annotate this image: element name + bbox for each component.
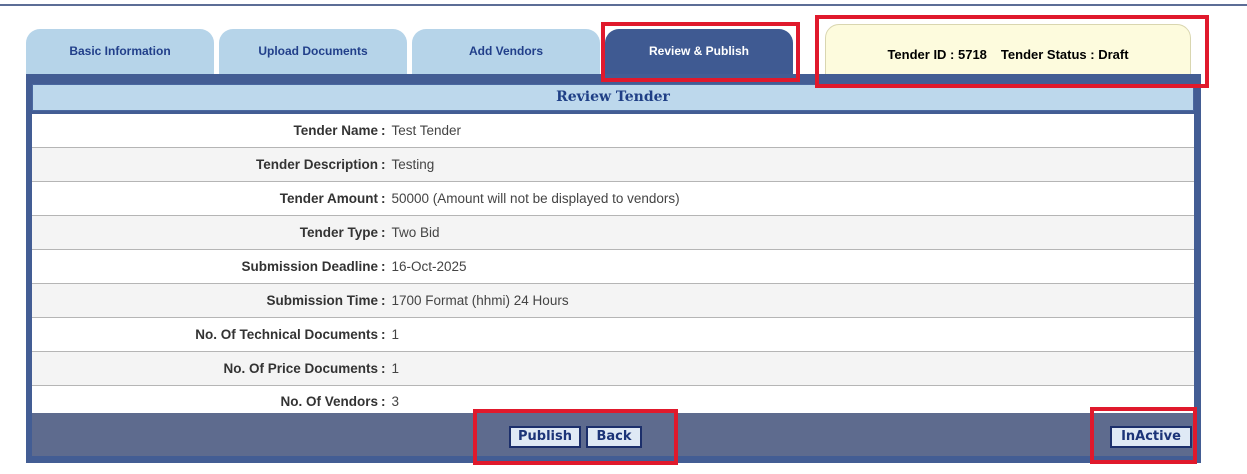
table-row: Submission Time:1700 Format (hhmi) 24 Ho… — [32, 284, 1194, 318]
field-label: Submission Time — [266, 293, 378, 308]
action-bar: Publish Back InActive — [32, 413, 1194, 456]
field-value: 1 — [391, 361, 400, 376]
review-table: Tender Name: Test Tender Tender Descripti… — [32, 114, 1194, 417]
tab-upload-documents[interactable]: Upload Documents — [219, 29, 407, 75]
table-row: No. Of Price Documents:1 — [32, 352, 1194, 386]
table-row: Submission Deadline:16-Oct-2025 — [32, 250, 1194, 284]
inactive-button[interactable]: InActive — [1110, 426, 1192, 448]
tender-id: Tender ID : 5718 — [887, 47, 987, 62]
field-label: Tender Description — [255, 157, 378, 172]
tender-status: Tender Status : Draft — [1000, 47, 1129, 62]
tab-add-vendors[interactable]: Add Vendors — [412, 29, 600, 75]
field-label: No. Of Vendors — [280, 394, 378, 409]
top-divider — [0, 4, 1247, 6]
field-label: No. Of Technical Documents — [195, 327, 378, 342]
field-label: Tender Name — [293, 123, 378, 138]
tender-status-tab: Tender ID : 5718 Tender Status : Draft — [825, 24, 1191, 76]
back-button[interactable]: Back — [586, 426, 642, 448]
field-value: 3 — [391, 394, 400, 409]
field-label: Tender Type — [299, 225, 378, 240]
field-value: Two Bid — [391, 225, 440, 240]
field-value: 1 — [391, 327, 400, 342]
field-value: 16-Oct-2025 — [391, 259, 467, 274]
field-label: No. Of Price Documents — [223, 361, 378, 376]
table-row: Tender Type: Two Bid — [32, 216, 1194, 250]
field-value: 50000 (Amount will not be displayed to v… — [391, 191, 680, 206]
field-label: Submission Deadline — [241, 259, 378, 274]
table-row: No. Of Technical Documents:1 — [32, 318, 1194, 352]
publish-button[interactable]: Publish — [509, 426, 581, 448]
table-row: Tender Description: Testing — [32, 148, 1194, 182]
tab-basic-information[interactable]: Basic Information — [26, 29, 214, 75]
field-value: 1700 Format (hhmi) 24 Hours — [391, 293, 569, 308]
table-row: Tender Amount:50000 (Amount will not be … — [32, 182, 1194, 216]
table-row: Tender Name: Test Tender — [32, 114, 1194, 148]
tab-review-publish[interactable]: Review & Publish — [605, 29, 793, 75]
field-value: Testing — [391, 157, 435, 172]
field-label: Tender Amount — [279, 191, 378, 206]
field-value: Test Tender — [391, 123, 462, 138]
panel-title: Review Tender — [32, 84, 1194, 111]
review-panel: Review Tender Tender Name: Test Tender Te… — [26, 74, 1201, 463]
